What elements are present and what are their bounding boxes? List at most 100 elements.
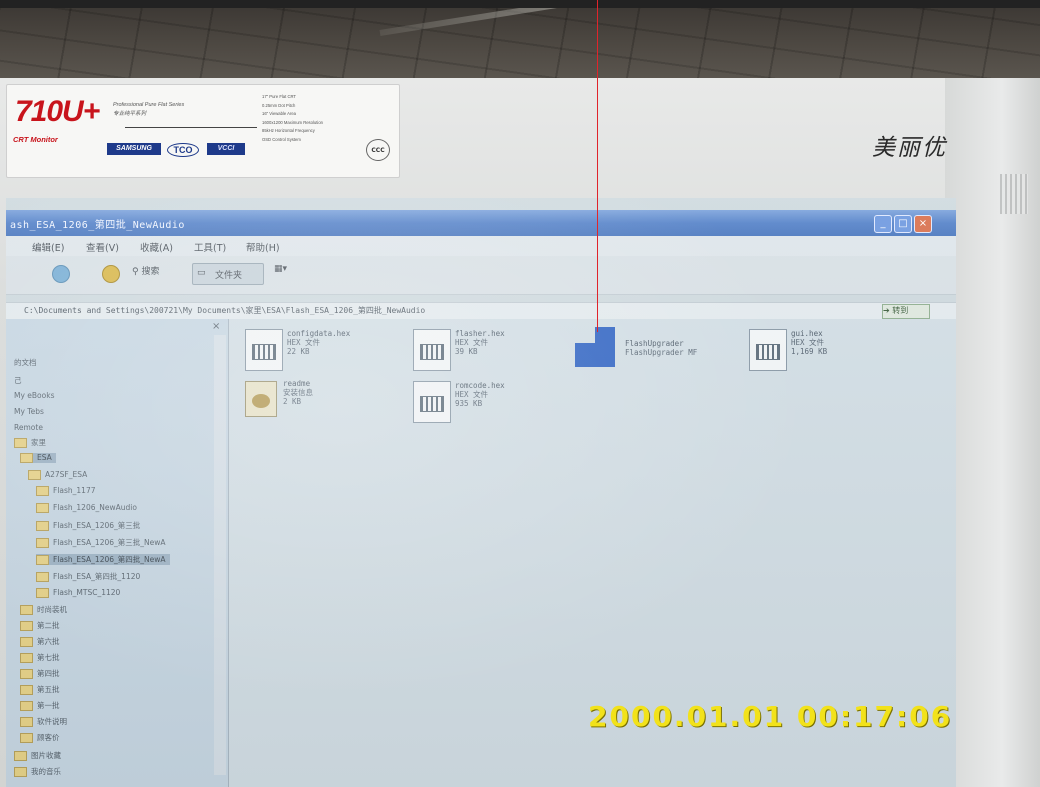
tree-scrollbar[interactable]	[214, 335, 226, 775]
file-name: configdata.hex	[287, 329, 351, 338]
file-name: readme	[283, 379, 311, 388]
tree-item[interactable]: 第四批	[20, 668, 60, 679]
go-button[interactable]: ➔ 转到	[882, 304, 930, 319]
hex-file-icon	[245, 329, 283, 371]
tree-item[interactable]: Flash_1206_NewAudio	[36, 503, 137, 513]
tree-item[interactable]: 第六批	[20, 636, 60, 647]
close-pane-icon[interactable]: ×	[212, 321, 220, 332]
minimize-button[interactable]: _	[874, 215, 892, 233]
tree-item[interactable]: 家里	[14, 437, 46, 448]
spec-line: 85kHz Horizontal Frequency	[262, 128, 315, 133]
folder-icon	[36, 588, 49, 598]
tree-item[interactable]: My eBooks	[14, 391, 54, 400]
menu-bar: 编辑(E) 查看(V) 收藏(A) 工具(T) 帮助(H)	[6, 236, 956, 256]
tree-item[interactable]: Flash_ESA_第四批_1120	[36, 571, 140, 582]
tree-item[interactable]: 第二批	[20, 620, 60, 631]
explorer-titlebar[interactable]: ash_ESA_1206_第四批_NewAudio _ □ ×	[6, 210, 956, 236]
tree-item-selected[interactable]: ESA	[20, 453, 56, 463]
folder-icon	[36, 486, 49, 496]
folder-icon	[36, 572, 49, 582]
monitor-vent	[1000, 174, 1028, 214]
folder-icon	[20, 605, 33, 615]
file-name: flasher.hex	[455, 329, 505, 338]
tree-item[interactable]: 图片收藏	[14, 750, 61, 761]
tree-item[interactable]: Flash_ESA_1206_第三批_NewA	[36, 537, 166, 548]
views-icon[interactable]: ▦▾	[274, 264, 287, 274]
menu-help[interactable]: 帮助(H)	[246, 240, 280, 254]
tree-item[interactable]: Flash_1177	[36, 486, 96, 496]
series-cn: 专业纯平系列	[113, 111, 147, 117]
address-path: C:\Documents and Settings\200721\My Docu…	[24, 306, 426, 315]
up-folder-icon[interactable]	[102, 265, 120, 283]
spec-line: OSD Control System	[262, 136, 301, 142]
tree-item[interactable]: My Tebs	[14, 407, 44, 416]
monitor-bezel-right	[945, 78, 1040, 787]
hex-file-icon	[413, 381, 451, 423]
photo-timestamp: 2000.01.01 00:17:06	[588, 700, 953, 733]
file-size: 935 KB	[455, 399, 483, 408]
menu-edit[interactable]: 编辑(E)	[32, 240, 64, 254]
menu-favorites[interactable]: 收藏(A)	[140, 240, 173, 254]
tree-item[interactable]: 第七批	[20, 652, 60, 663]
file-size: 1,169 KB	[791, 347, 828, 356]
search-button[interactable]: ⚲ 搜索	[132, 264, 159, 277]
file-name: gui.hex	[791, 329, 823, 338]
spec-line: 0.25mm Dot Pitch	[262, 102, 296, 108]
folder-icon	[20, 717, 33, 727]
model-name: 710U+	[15, 95, 100, 128]
file-type: HEX 文件	[287, 338, 321, 347]
folders-icon: ▭	[197, 268, 206, 278]
folder-icon	[36, 521, 49, 531]
tree-item[interactable]: 第五批	[20, 684, 60, 695]
menu-tools[interactable]: 工具(T)	[194, 240, 226, 254]
file-size: 2 KB	[283, 397, 302, 406]
tree-item[interactable]: 我的音乐	[14, 766, 61, 777]
photo-scene: 710U+ Professional Pure Flat Series 专业纯平…	[0, 0, 1040, 787]
ccc-cert-mark: CCC	[366, 139, 390, 161]
folder-icon	[20, 453, 33, 463]
folders-button[interactable]: ▭ 文件夹	[192, 263, 264, 285]
tree-item[interactable]: 顾客价	[20, 732, 60, 743]
search-icon: ⚲	[132, 267, 139, 277]
file-type: HEX 文件	[455, 390, 489, 399]
tree-item[interactable]: Flash_ESA_1206_第三批	[36, 520, 140, 531]
folder-icon	[14, 751, 27, 761]
brand-name: 美丽优	[872, 135, 947, 161]
address-bar[interactable]: C:\Documents and Settings\200721\My Docu…	[6, 302, 956, 320]
folder-icon	[20, 653, 33, 663]
file-type: FlashUpgrader MF	[625, 348, 698, 357]
series-text: Professional Pure Flat Series	[113, 102, 185, 108]
forward-icon[interactable]	[52, 265, 70, 283]
spec-line: 1600x1200 Maximum Resolution	[262, 119, 323, 125]
file-name: romcode.hex	[455, 381, 505, 390]
file-type: HEX 文件	[455, 338, 489, 347]
tree-item[interactable]: A27SF_ESA	[28, 470, 87, 480]
tree-item-selected[interactable]: Flash_ESA_1206_第四批_NewA	[36, 554, 170, 565]
file-type: HEX 文件	[791, 338, 825, 347]
menu-view[interactable]: 查看(V)	[86, 240, 119, 254]
monitor-screen: ash_ESA_1206_第四批_NewAudio _ □ × 编辑(E) 查看…	[6, 198, 956, 787]
tree-item[interactable]: Flash_MTSC_1120	[36, 588, 120, 598]
tree-item[interactable]: Remote	[14, 423, 43, 432]
folder-icon	[36, 538, 49, 548]
maximize-button[interactable]: □	[894, 215, 912, 233]
tree-item[interactable]: 己	[14, 375, 22, 386]
folder-icon	[20, 701, 33, 711]
monitor-label-sticker: 710U+ Professional Pure Flat Series 专业纯平…	[6, 84, 400, 178]
tco-logo: TCO	[167, 143, 199, 157]
folder-icon	[20, 733, 33, 743]
tree-item[interactable]: 时尚装机	[20, 604, 67, 615]
monitor-type: CRT Monitor	[13, 135, 58, 144]
folder-icon	[36, 555, 49, 565]
tree-item[interactable]: 第一批	[20, 700, 60, 711]
go-arrow-icon: ➔	[883, 306, 890, 315]
toolbar: ⚲ 搜索 ▭ 文件夹 ▦▾	[6, 256, 956, 295]
folder-icon	[36, 503, 49, 513]
folder-icon	[28, 470, 41, 480]
tree-item[interactable]: 软件说明	[20, 716, 67, 727]
close-button[interactable]: ×	[914, 215, 932, 233]
file-name: FlashUpgrader	[625, 339, 684, 348]
tree-item[interactable]: 的文档	[14, 357, 37, 368]
setup-info-icon	[245, 381, 277, 417]
folder-icon	[20, 621, 33, 631]
